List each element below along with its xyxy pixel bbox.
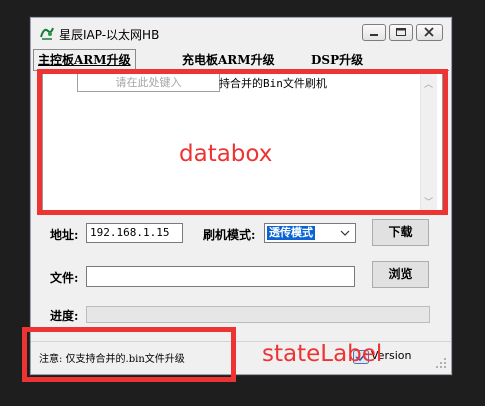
tab-charger-arm-upgrade[interactable]: 充电板ARM升级 [178,51,279,69]
resize-grip-icon[interactable] [435,357,447,369]
mode-select[interactable]: 透传模式 [264,223,356,243]
file-path-input[interactable] [86,266,355,287]
mode-label: 刷机模式: [203,228,256,242]
minimize-icon [370,34,378,36]
statelabel-annotation-label: stateLabel [262,341,383,367]
app-icon [40,27,54,40]
download-button[interactable]: 下载 [372,219,429,246]
minimize-button[interactable] [362,24,386,41]
progress-label: 进度: [50,309,79,323]
close-icon [424,27,434,37]
address-input[interactable]: 192.168.1.15 [86,223,183,243]
chevron-down-icon [340,230,350,236]
databox-annotation-label: databox [179,141,273,167]
statelabel-annotation-box [22,327,236,382]
mode-selected-value: 透传模式 [267,226,315,240]
address-label: 地址: [50,228,79,242]
tab-main-arm-upgrade[interactable]: 主控板ARM升级 [33,49,136,70]
tab-strip: 主控板ARM升级 充电板ARM升级 DSP升级 [31,49,451,71]
title-bar[interactable]: 星辰IAP-以太网HB [31,18,451,49]
maximize-button[interactable] [389,24,413,41]
file-label: 文件: [50,271,79,285]
tab-dsp-upgrade[interactable]: DSP升级 [307,51,367,69]
browse-button[interactable]: 浏览 [372,261,429,288]
maximize-icon [396,28,406,36]
progress-bar [86,306,430,323]
window-title: 星辰IAP-以太网HB [59,28,160,42]
close-button[interactable] [416,24,443,41]
